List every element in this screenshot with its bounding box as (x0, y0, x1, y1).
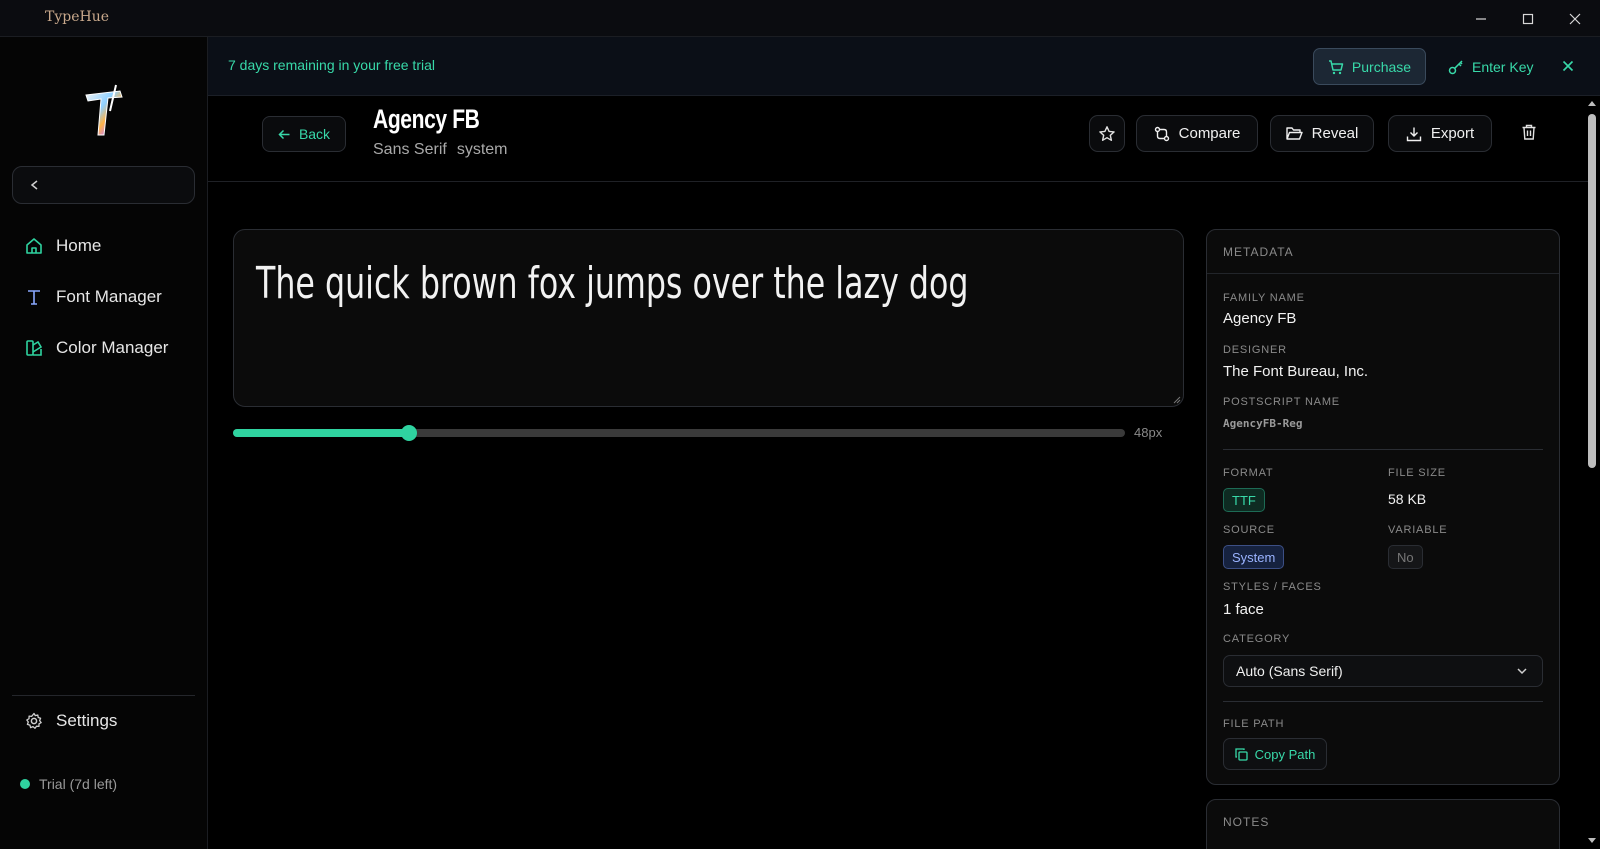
slider-fill (233, 429, 409, 437)
copy-path-label: Copy Path (1254, 746, 1316, 762)
sidebar-divider (12, 695, 195, 696)
variable-badge: No (1388, 545, 1423, 569)
styles-faces-label: STYLES / FACES (1223, 581, 1322, 593)
settings-label: Settings (56, 711, 118, 730)
download-icon (1406, 127, 1422, 141)
reveal-label: Reveal (1311, 125, 1359, 142)
font-subtitle: Sans Serif system (373, 141, 507, 159)
trial-status: Trial (7d left) (20, 776, 117, 792)
trial-status-text: Trial (7d left) (39, 776, 118, 792)
postscript-name-value: AgencyFB-Reg (1223, 417, 1303, 430)
key-icon (1448, 59, 1463, 74)
sidebar-item-label: Font Manager (56, 287, 162, 306)
slider-thumb[interactable] (400, 425, 417, 441)
palette-icon (24, 338, 44, 358)
metadata-divider (1223, 449, 1543, 450)
trial-banner: 7 days remaining in your free trial Purc… (208, 37, 1600, 96)
status-dot (20, 779, 30, 789)
font-name-title: Agency FB (373, 104, 480, 134)
sidebar: Home Font Manager Color Manager Settings… (0, 37, 208, 849)
chevron-left-icon (30, 180, 38, 190)
file-size-label: FILE SIZE (1388, 467, 1446, 479)
category-select-value: Auto (Sans Serif) (1236, 663, 1343, 679)
maximize-icon (1522, 13, 1534, 24)
trash-icon (1522, 124, 1536, 140)
compare-label: Compare (1178, 125, 1241, 142)
category-label: CATEGORY (1223, 633, 1291, 645)
family-name-value: Agency FB (1223, 310, 1297, 327)
back-label: Back (298, 126, 331, 142)
font-size-slider[interactable] (233, 425, 1125, 441)
export-button[interactable]: Export (1388, 115, 1492, 152)
minimize-icon (1476, 17, 1486, 20)
preview-text-area[interactable]: The quick brown fox jumps over the lazy … (233, 229, 1184, 407)
home-icon (24, 236, 44, 256)
sidebar-item-color-manager[interactable]: Color Manager (24, 332, 168, 364)
compare-button[interactable]: Compare (1136, 115, 1258, 152)
notes-heading: NOTES (1223, 815, 1270, 829)
sidebar-item-label: Color Manager (56, 338, 169, 357)
preview-text[interactable]: The quick brown fox jumps over the lazy … (256, 258, 969, 309)
close-icon (1562, 60, 1574, 72)
notes-panel: NOTES (1206, 799, 1560, 849)
close-icon (1569, 13, 1581, 24)
font-source: system (456, 141, 508, 158)
family-name-label: FAMILY NAME (1223, 292, 1305, 304)
resize-grip-icon[interactable] (1173, 396, 1181, 404)
purchase-label: Purchase (1351, 58, 1412, 75)
folder-open-icon (1285, 127, 1303, 140)
app-title: TypeHue (45, 9, 110, 25)
sidebar-item-font-manager[interactable]: Font Manager (24, 281, 162, 313)
copy-path-button[interactable]: Copy Path (1223, 738, 1327, 770)
chevron-down-icon (1517, 668, 1527, 675)
scrollbar-thumb[interactable] (1588, 114, 1596, 468)
sidebar-item-label: Home (56, 236, 102, 255)
category-select[interactable]: Auto (Sans Serif) (1223, 655, 1543, 687)
sidebar-item-home[interactable]: Home (24, 230, 101, 262)
app-logo (80, 81, 128, 141)
designer-label: DESIGNER (1223, 344, 1287, 356)
sidebar-item-settings[interactable]: Settings (24, 705, 117, 737)
title-bar: TypeHue (0, 0, 1600, 37)
file-path-label: FILE PATH (1223, 718, 1285, 730)
source-badge: System (1223, 545, 1285, 569)
font-size-value: 48px (1134, 425, 1163, 440)
export-label: Export (1430, 125, 1475, 142)
star-icon (1099, 125, 1115, 141)
enter-key-button[interactable]: Enter Key (1448, 48, 1533, 85)
scroll-up-icon[interactable] (1586, 98, 1598, 110)
compare-icon (1154, 126, 1169, 141)
variable-label: VARIABLE (1388, 524, 1448, 536)
close-window-button[interactable] (1552, 0, 1598, 37)
metadata-heading: METADATA (1207, 230, 1559, 274)
trial-banner-text: 7 days remaining in your free trial (228, 57, 435, 73)
gear-icon (24, 711, 44, 731)
maximize-button[interactable] (1505, 0, 1551, 37)
favorite-button[interactable] (1089, 115, 1125, 152)
delete-button[interactable] (1520, 123, 1540, 143)
metadata-divider (1223, 701, 1543, 702)
cart-icon (1328, 59, 1344, 74)
copy-icon (1234, 747, 1248, 761)
type-icon (24, 287, 44, 307)
minimize-button[interactable] (1458, 0, 1504, 37)
dismiss-banner-button[interactable] (1558, 56, 1578, 76)
styles-faces-value: 1 face (1223, 601, 1264, 618)
arrow-left-icon (278, 129, 290, 139)
font-category: Sans Serif (373, 141, 447, 158)
format-badge: TTF (1223, 488, 1265, 512)
metadata-panel: METADATA FAMILY NAME Agency FB DESIGNER … (1206, 229, 1560, 785)
scroll-down-icon[interactable] (1586, 834, 1598, 846)
sidebar-collapse-button[interactable] (12, 166, 195, 204)
file-size-value: 58 KB (1388, 491, 1427, 507)
source-label: SOURCE (1223, 524, 1275, 536)
postscript-name-label: POSTSCRIPT NAME (1223, 396, 1340, 408)
font-detail-header: Back Agency FB Sans Serif system Compare… (208, 96, 1588, 182)
format-label: FORMAT (1223, 467, 1274, 479)
back-button[interactable]: Back (262, 116, 346, 152)
reveal-button[interactable]: Reveal (1270, 115, 1374, 152)
purchase-button[interactable]: Purchase (1313, 48, 1426, 85)
designer-value: The Font Bureau, Inc. (1223, 363, 1369, 380)
enter-key-label: Enter Key (1472, 58, 1534, 75)
